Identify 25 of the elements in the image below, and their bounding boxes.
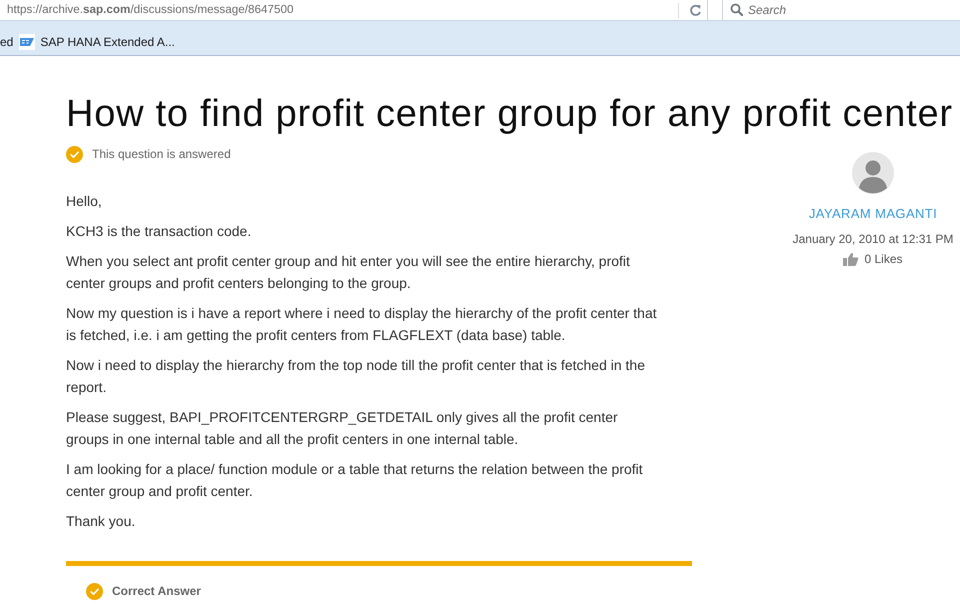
question-title: How to find profit center group for any profit center — [66, 92, 954, 137]
check-circle-icon — [86, 582, 103, 600]
reload-icon[interactable] — [689, 4, 702, 16]
question-paragraph: Please suggest, BAPI_PROFITCENTERGRP_GETDETAIL only gives all the profit center groups in one internal table and all the profit centers in one internal table. — [66, 408, 619, 449]
avatar-icon — [852, 152, 894, 194]
search-icon — [730, 3, 743, 16]
question-paragraph: Now i need to display the hierarchy from the top node till the profit center that is fetched in the report. — [66, 356, 646, 397]
question-paragraph: I am looking for a place/ function module or a table that returns the relation between the profit center group and profit center. — [66, 460, 644, 501]
question-paragraph: Now my question is i have a report where i need to display the hierarchy of the profit center that is fetched, i.e. i am getting the profit centers from FLAGFLEXT (data base) table. — [66, 304, 658, 345]
search-field[interactable]: Search — [722, 0, 960, 20]
question-paragraph: KCH3 is the transaction code. — [66, 222, 252, 241]
address-bar[interactable]: https://archive.sap.com/discussions/message/8647500 — [0, 0, 708, 20]
thumbs-up-icon[interactable] — [843, 252, 860, 266]
likes-count: 0 Likes — [864, 250, 903, 268]
question-paragraph: When you select ant profit center group and hit enter you will see the entire hierarchy, profit center groups and profit centers belonging to the group. — [66, 252, 631, 293]
post-date: January 20, 2010 at 12:31 PM — [792, 230, 954, 248]
check-circle-icon — [66, 146, 83, 162]
question-paragraph: Hello, — [66, 192, 103, 211]
favicon-icon — [19, 34, 36, 50]
correct-answer-label: Correct Answer — [112, 583, 201, 600]
question-paragraph: Thank you. — [66, 512, 136, 531]
answered-status: This question is answered — [92, 146, 231, 163]
bookmark-item[interactable]: SAP HANA Extended A... — [19, 34, 175, 50]
bookmark-item[interactable]: ed — [0, 34, 14, 50]
url-text: https://archive.sap.com/discussions/message/8647500 — [7, 2, 295, 18]
